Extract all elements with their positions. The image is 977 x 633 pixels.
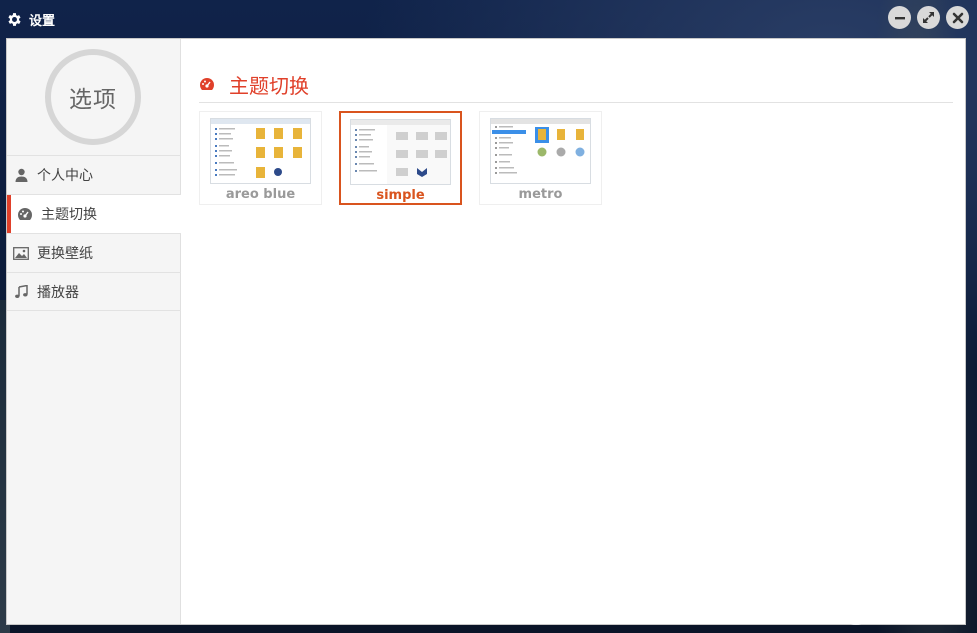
music-icon	[13, 284, 29, 300]
theme-thumbnail	[350, 119, 451, 185]
close-button[interactable]	[946, 6, 969, 29]
sidebar-item-theme[interactable]: 主题切换	[7, 194, 181, 233]
theme-name: areo blue	[225, 187, 296, 202]
watermark-text: 什么值得买	[875, 603, 965, 624]
sidebar-item-wallpaper[interactable]: 更换壁纸	[7, 233, 181, 272]
theme-name: simple	[376, 188, 425, 203]
watermark: 值 什么值得买	[843, 599, 965, 625]
theme-card-metro[interactable]: metro	[479, 111, 602, 205]
minimize-button[interactable]	[888, 6, 911, 29]
sidebar: 选项 个人中心 主题切换 更换壁纸 播放器	[7, 39, 181, 624]
dashboard-icon	[17, 206, 33, 222]
dashboard-icon	[199, 77, 215, 93]
sidebar-item-profile[interactable]: 个人中心	[7, 155, 181, 194]
page-title: 主题切换	[229, 74, 309, 98]
avatar-text: 选项	[69, 87, 117, 113]
title-bar: 设置	[0, 0, 977, 38]
sidebar-item-label: 播放器	[37, 284, 79, 301]
sidebar-item-player[interactable]: 播放器	[7, 272, 181, 311]
theme-card-areo-blue[interactable]: areo blue	[199, 111, 322, 205]
sidebar-item-label: 更换壁纸	[37, 246, 93, 262]
theme-name: metro	[518, 187, 563, 202]
main-panel: 主题切换 areo blue simple metro	[181, 39, 965, 624]
sidebar-item-label: 个人中心	[37, 168, 93, 184]
sidebar-menu: 个人中心 主题切换 更换壁纸 播放器	[7, 155, 181, 311]
sidebar-item-label: 主题切换	[41, 207, 97, 223]
theme-thumbnail	[490, 118, 591, 184]
gear-icon	[6, 11, 23, 28]
window-title: 设置	[29, 13, 56, 29]
maximize-icon	[923, 12, 934, 23]
user-icon	[13, 167, 29, 183]
theme-card-simple[interactable]: simple	[339, 111, 462, 205]
window-controls	[888, 6, 969, 29]
close-icon	[952, 12, 963, 23]
theme-list: areo blue simple metro	[199, 111, 602, 205]
settings-window: 选项 个人中心 主题切换 更换壁纸 播放器 主题切换 areo blue sim…	[6, 38, 966, 625]
minimize-icon	[894, 16, 905, 19]
section-header: 主题切换	[199, 67, 953, 103]
maximize-button[interactable]	[917, 6, 940, 29]
watermark-logo-icon: 值	[843, 599, 869, 625]
avatar: 选项	[45, 49, 141, 145]
image-icon	[13, 245, 29, 261]
theme-thumbnail	[210, 118, 311, 184]
